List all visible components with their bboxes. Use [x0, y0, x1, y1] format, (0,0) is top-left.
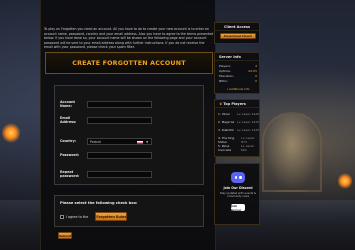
server-info-key: NPCs:: [219, 79, 228, 83]
server-info-key: Monsters:: [219, 74, 234, 78]
form-title-banner: CREATE FORGOTTEN ACCOUNT: [45, 52, 213, 74]
server-info-value: 4: [255, 64, 257, 68]
discord-widget: Join Our Discord Stay updated with event…: [214, 163, 260, 225]
player-name: Magic'ze: [221, 120, 235, 124]
password-input[interactable]: [87, 152, 152, 159]
torch-right-decoration: [338, 172, 352, 190]
submit-button[interactable]: Submit: [58, 232, 72, 239]
discord-title: Join Our Discord: [223, 186, 253, 190]
background-doorway: [262, 112, 322, 192]
country-row: Country: Poland ▼: [60, 138, 200, 145]
join-discord-button[interactable]: Join Server: [231, 204, 245, 212]
server-info-value: 0: [255, 74, 257, 78]
player-name: Viloel: [221, 112, 230, 116]
top-players-header: ♛ Top Players: [215, 100, 259, 108]
server-info-widget: Server Info Players: 4 Uptime: 02:05 Mon…: [214, 52, 260, 94]
agree-checkbox[interactable]: [60, 214, 64, 219]
discord-icon: [231, 172, 245, 183]
account-name-row: Account Name:: [60, 100, 200, 109]
torch-left-decoration: [2, 122, 20, 144]
player-name: Diakritik: [221, 128, 234, 132]
top-player-row[interactable]: 2. Magic'ze Lv. Level: 1470: [218, 120, 259, 124]
email-row: Email Address:: [60, 116, 200, 125]
server-info-row: Uptime: 02:05: [219, 69, 257, 73]
repeat-password-input[interactable]: [87, 170, 152, 178]
rules-button[interactable]: Forgotten Rules: [95, 212, 128, 221]
country-label: Country:: [60, 139, 77, 144]
account-name-input[interactable]: [87, 100, 152, 108]
discord-text: Stay updated with events & community new…: [219, 192, 257, 199]
server-info-key: Players:: [219, 64, 231, 68]
player-level: Lv. Level: 1470: [237, 120, 259, 124]
player-level: Lv. Level: 4120: [237, 112, 259, 116]
top-players-title: Top Players: [223, 102, 246, 106]
client-access-widget: Client Access Download Client: [214, 22, 260, 44]
account-form: Account Name: Email Address: Country: Po…: [54, 85, 204, 185]
top-player-row[interactable]: 4. The King Shiller Lv. Level: 873: [218, 136, 259, 144]
player-rank: 2.: [218, 120, 221, 124]
player-name: The King Shiller: [218, 136, 235, 144]
top-player-row[interactable]: 5. Palus Invocada Lv. Level: 640: [218, 144, 259, 152]
top-player-row[interactable]: 1. Viloel Lv. Level: 4120: [218, 112, 259, 116]
additional-info-link[interactable]: » Additional Info: [215, 87, 261, 91]
repeat-password-label: Repeat password:: [60, 170, 80, 179]
server-info-value: 0: [255, 79, 257, 83]
player-rank: 1.: [218, 112, 221, 116]
poland-flag-icon: [137, 140, 143, 144]
player-level: Lv. Level: 1133: [237, 128, 259, 132]
country-value: Poland: [90, 140, 101, 144]
repeat-password-row: Repeat password:: [60, 170, 200, 179]
country-select[interactable]: Poland ▼: [87, 138, 152, 145]
trophy-icon: ♛: [219, 102, 223, 106]
server-info-key: Uptime:: [219, 69, 231, 73]
client-access-title: Client Access: [215, 23, 259, 31]
download-client-button[interactable]: Download Client: [220, 33, 256, 39]
player-rank: 3.: [218, 128, 221, 132]
password-label: Password:: [60, 153, 80, 158]
email-input[interactable]: [87, 116, 152, 124]
top-player-row[interactable]: 3. Diakritik Lv. Level: 1133: [218, 128, 259, 132]
rules-title: Please select the following check box:: [60, 201, 138, 205]
intro-text: To play on Forgotten you need an account…: [44, 27, 214, 50]
agree-label: I agree to the: [66, 214, 89, 219]
server-info-title: Server Info: [215, 53, 259, 61]
server-info-row: Monsters: 0: [219, 74, 257, 78]
account-name-label: Account Name:: [60, 100, 75, 109]
server-info-row: Players: 4: [219, 64, 257, 68]
password-row: Password:: [60, 152, 200, 159]
main-content-panel: To play on Forgotten you need an account…: [40, 0, 216, 250]
chevron-down-icon: ▼: [146, 140, 149, 144]
rules-agreement-box: Please select the following check box: I…: [54, 195, 204, 227]
email-label: Email Address:: [60, 116, 77, 125]
agree-row: I agree to the Forgotten Rules: [60, 212, 128, 221]
server-info-value: 02:05: [248, 69, 257, 73]
form-title: CREATE FORGOTTEN ACCOUNT: [72, 59, 186, 67]
server-info-row: NPCs: 0: [219, 79, 257, 83]
player-level: Lv. Level: 640: [240, 144, 255, 152]
top-players-widget: ♛ Top Players 1. Viloel Lv. Level: 4120 …: [214, 99, 260, 157]
player-level: Lv. Level: 873: [241, 136, 255, 144]
